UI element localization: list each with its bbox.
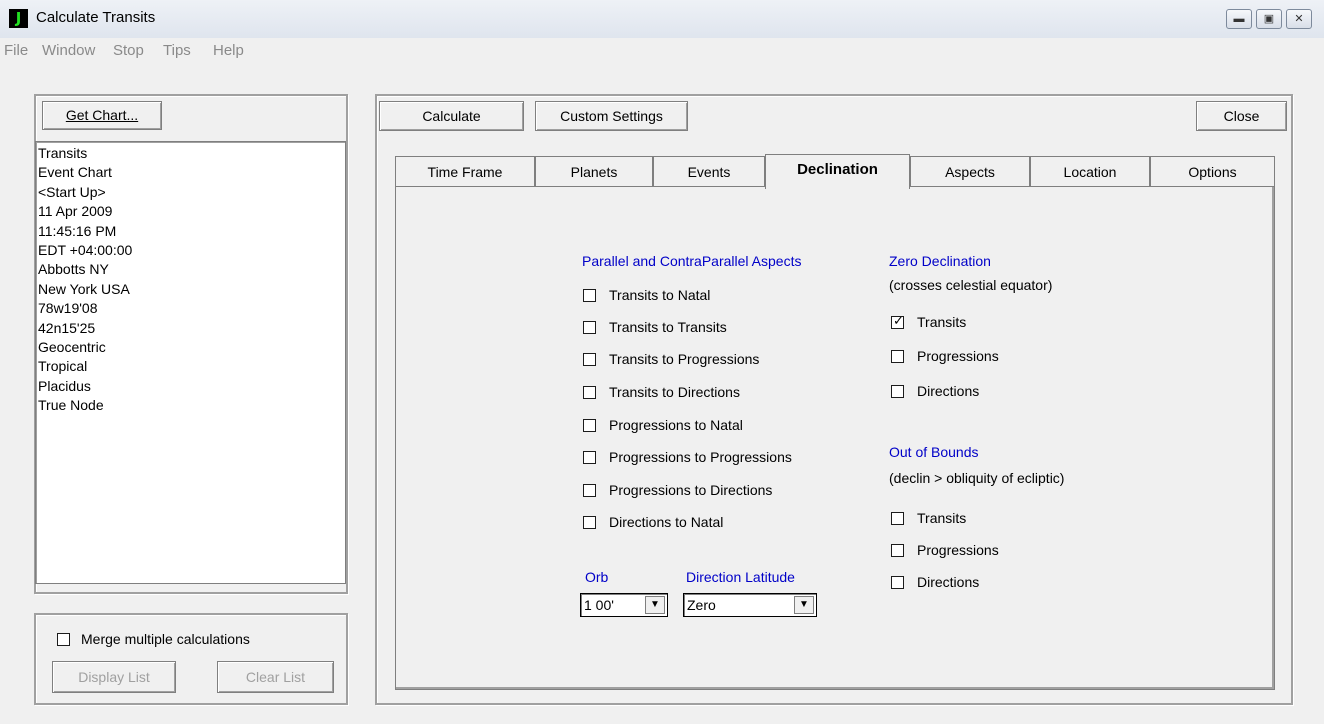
close-button[interactable]: Close (1196, 101, 1287, 131)
minimize-icon[interactable]: ▬ (1226, 9, 1252, 29)
label-progressions-directions: Progressions to Directions (609, 482, 773, 498)
tab-planets[interactable]: Planets (535, 156, 653, 187)
chevron-down-icon[interactable]: ▼ (645, 596, 665, 614)
checkbox-transits-natal[interactable] (583, 289, 596, 302)
window-title: Calculate Transits (36, 9, 156, 26)
orb-select[interactable]: 1 00' ▼ (580, 593, 668, 617)
calculate-button[interactable]: Calculate (379, 101, 524, 131)
checkbox-transits-directions[interactable] (583, 386, 596, 399)
checkbox-oob-directions[interactable] (891, 576, 904, 589)
label-transits-directions: Transits to Directions (609, 384, 740, 400)
menu-file[interactable]: File (4, 42, 28, 59)
list-item: Transits (38, 145, 88, 161)
maximize-icon[interactable]: ▣ (1256, 9, 1282, 29)
merge-label: Merge multiple calculations (81, 631, 250, 647)
get-chart-label: Get Chart... (65, 107, 139, 123)
label-zero-transits: Transits (917, 314, 967, 330)
tab-location[interactable]: Location (1030, 156, 1150, 187)
list-item: 42n15'25 (38, 319, 96, 336)
checkbox-progressions-progressions[interactable] (583, 451, 596, 464)
label-transits-natal: Transits to Natal (609, 287, 711, 303)
get-chart-button[interactable]: Get Chart... (42, 101, 162, 130)
out-of-bounds-heading: Out of Bounds (889, 444, 979, 460)
checkbox-transits-progressions[interactable] (583, 353, 596, 366)
label-progressions-progressions: Progressions to Progressions (609, 449, 792, 465)
declination-page (395, 186, 1275, 690)
zero-declination-subtitle: (crosses celestial equator) (889, 277, 1053, 293)
list-item: Abbotts NY (38, 261, 109, 278)
checkbox-oob-progressions[interactable] (891, 544, 904, 557)
label-zero-progressions: Progressions (917, 348, 999, 364)
tab-options[interactable]: Options (1150, 156, 1275, 187)
checkbox-transits-transits[interactable] (583, 321, 596, 334)
title-bar: J Calculate Transits ▬ ▣ ✕ (0, 0, 1324, 38)
menu-stop[interactable]: Stop (113, 42, 144, 59)
label-oob-directions: Directions (917, 574, 980, 590)
menu-window[interactable]: Window (42, 42, 95, 59)
list-item: EDT +04:00:00 (38, 241, 133, 258)
list-item: Geocentric (38, 338, 106, 355)
close-icon[interactable]: ✕ (1286, 9, 1312, 29)
tab-time-frame[interactable]: Time Frame (395, 156, 535, 187)
tab-aspects[interactable]: Aspects (910, 156, 1030, 187)
orb-value: 1 00' (584, 597, 614, 613)
list-item: 78w19'08 (38, 300, 98, 317)
label-progressions-natal: Progressions to Natal (609, 417, 743, 433)
checkbox-oob-transits[interactable] (891, 512, 904, 525)
checkbox-progressions-natal[interactable] (583, 419, 596, 432)
clear-list-button[interactable]: Clear List (217, 661, 334, 693)
checkbox-progressions-directions[interactable] (583, 484, 596, 497)
direction-latitude-select[interactable]: Zero ▼ (683, 593, 817, 617)
label-transits-transits: Transits to Transits (609, 319, 727, 335)
list-item: True Node (38, 397, 104, 414)
direction-latitude-label: Direction Latitude (686, 569, 795, 585)
tab-declination[interactable]: Declination (765, 154, 910, 189)
label-directions-natal: Directions to Natal (609, 514, 724, 530)
checkbox-zero-progressions[interactable] (891, 350, 904, 363)
label-transits-progressions: Transits to Progressions (609, 351, 760, 367)
app-logo-icon: J (9, 9, 28, 28)
chart-info-list[interactable]: Transits Event Chart <Start Up> 11 Apr 2… (35, 141, 346, 584)
menu-help[interactable]: Help (213, 42, 244, 59)
list-item: 11:45:16 PM (38, 222, 117, 239)
label-oob-progressions: Progressions (917, 542, 999, 558)
parallel-heading: Parallel and ContraParallel Aspects (582, 253, 802, 269)
tab-events[interactable]: Events (653, 156, 765, 187)
checkbox-zero-transits[interactable]: ✓ (891, 313, 904, 329)
checkbox-directions-natal[interactable] (583, 516, 596, 529)
zero-declination-heading: Zero Declination (889, 253, 991, 269)
list-item: <Start Up> (38, 183, 106, 200)
list-item: New York USA (38, 280, 130, 297)
out-of-bounds-subtitle: (declin > obliquity of ecliptic) (889, 470, 1065, 486)
check-icon: ✓ (893, 313, 904, 328)
label-oob-transits: Transits (917, 510, 967, 526)
list-item: Tropical (38, 358, 88, 375)
list-item: 11 Apr 2009 (38, 203, 113, 220)
custom-settings-button[interactable]: Custom Settings (535, 101, 688, 131)
list-item: Placidus (38, 377, 91, 394)
menu-tips[interactable]: Tips (163, 42, 191, 59)
chevron-down-icon[interactable]: ▼ (794, 596, 814, 614)
checkbox-zero-directions[interactable] (891, 385, 904, 398)
direction-latitude-value: Zero (687, 597, 716, 613)
display-list-button[interactable]: Display List (52, 661, 176, 693)
menu-bar: File Window Stop Tips Help (0, 38, 1324, 64)
orb-label: Orb (585, 569, 609, 585)
list-item: Event Chart (38, 164, 112, 181)
label-zero-directions: Directions (917, 383, 980, 399)
merge-checkbox[interactable] (57, 633, 70, 646)
